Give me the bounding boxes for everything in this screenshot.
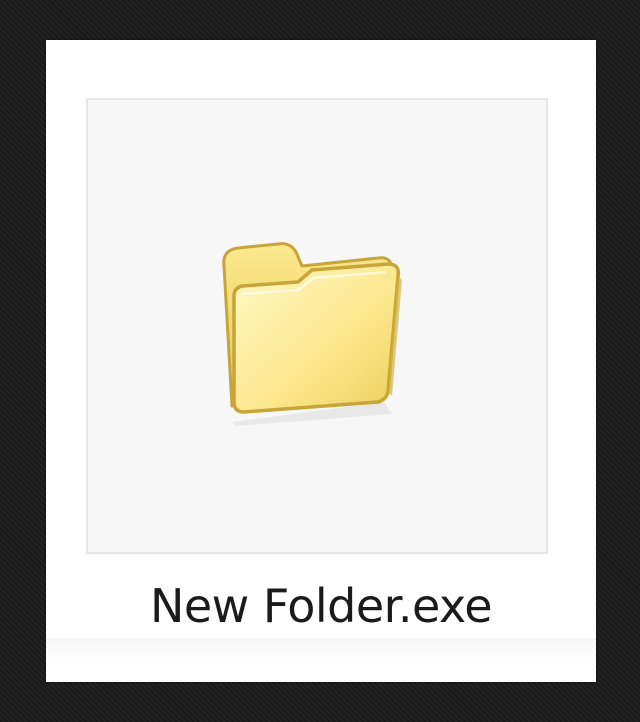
folder-icon: [222, 242, 402, 426]
label-reflection: [46, 638, 596, 662]
file-icon-tile[interactable]: [86, 98, 548, 554]
file-name-label[interactable]: New Folder.exe: [46, 576, 596, 636]
screenshot-frame: New Folder.exe: [0, 0, 640, 722]
desktop-item-card: New Folder.exe: [46, 40, 596, 682]
